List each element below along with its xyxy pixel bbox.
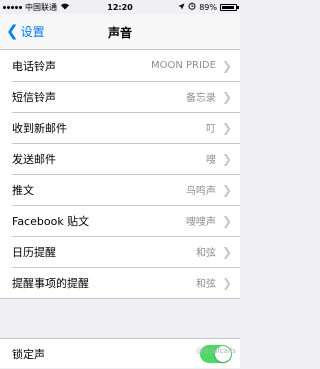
chevron-right-icon: ❯: [221, 89, 232, 104]
battery-level-fill: [222, 5, 234, 9]
status-left: 中国联通: [3, 2, 70, 13]
sound-row-facebook-post[interactable]: Facebook 贴文 嗖嗖声 ❯: [0, 205, 240, 236]
row-label: Facebook 贴文: [12, 214, 90, 228]
chevron-right-icon: ❯: [221, 244, 232, 259]
location-icon: [178, 3, 185, 12]
row-label: 日历提醒: [12, 245, 56, 259]
row-label: 收到新邮件: [12, 121, 67, 135]
sound-row-tweet[interactable]: 推文 鸟鸣声 ❯: [0, 174, 240, 205]
row-label: 提醒事项的提醒: [12, 276, 89, 290]
row-value: 和弦: [195, 248, 216, 259]
chevron-right-icon: ❯: [221, 275, 232, 290]
status-bar: 中国联通 12:20 89%: [0, 0, 240, 14]
battery-percent: 89%: [199, 2, 217, 12]
row-label: 电话铃声: [12, 59, 56, 73]
chevron-right-icon: ❯: [221, 58, 232, 73]
battery-icon: [220, 3, 239, 11]
sound-row-reminder-alert[interactable]: 提醒事项的提醒 和弦 ❯: [0, 267, 240, 298]
alarm-icon: [188, 2, 196, 12]
chevron-right-icon: ❯: [221, 151, 232, 166]
chevron-right-icon: ❯: [221, 182, 232, 197]
chevron-right-icon: ❯: [221, 213, 232, 228]
sound-row-text-tone[interactable]: 短信铃声 备忘录 ❯: [0, 81, 240, 112]
row-value: 嗖: [205, 155, 216, 166]
status-right: 89%: [178, 2, 239, 12]
sound-row-calendar-alert[interactable]: 日历提醒 和弦 ❯: [0, 236, 240, 267]
chevron-right-icon: ❯: [221, 120, 232, 135]
row-value: 叮: [205, 124, 216, 135]
row-value: 鸟鸣声: [185, 186, 216, 197]
watermark: @Gedfcaifs: [196, 347, 236, 355]
signal-strength-icon: [3, 5, 22, 9]
row-label: 推文: [12, 183, 34, 197]
page-title: 声音: [107, 26, 132, 40]
row-value: 和弦: [195, 279, 216, 290]
row-value: 嗖嗖声: [185, 217, 216, 228]
sound-row-ringtone[interactable]: 电话铃声 MOON PRIDE ❯: [0, 50, 240, 81]
carrier-name: 中国联通: [25, 2, 57, 12]
wifi-icon: [60, 2, 70, 12]
sound-row-new-mail[interactable]: 收到新邮件 叮 ❯: [0, 112, 240, 143]
sound-row-sent-mail[interactable]: 发送邮件 嗖 ❯: [0, 143, 240, 174]
row-value: 备忘录: [185, 93, 216, 104]
sounds-list: 电话铃声 MOON PRIDE ❯ 短信铃声 备忘录 ❯ 收到新邮件 叮 ❯ 发送邮件…: [0, 50, 240, 299]
row-value: MOON PRIDE: [150, 60, 216, 71]
row-label: 短信铃声: [12, 90, 56, 104]
row-label: 发送邮件: [12, 152, 56, 166]
navigation-bar: ❮ 设置 声音: [0, 14, 240, 50]
